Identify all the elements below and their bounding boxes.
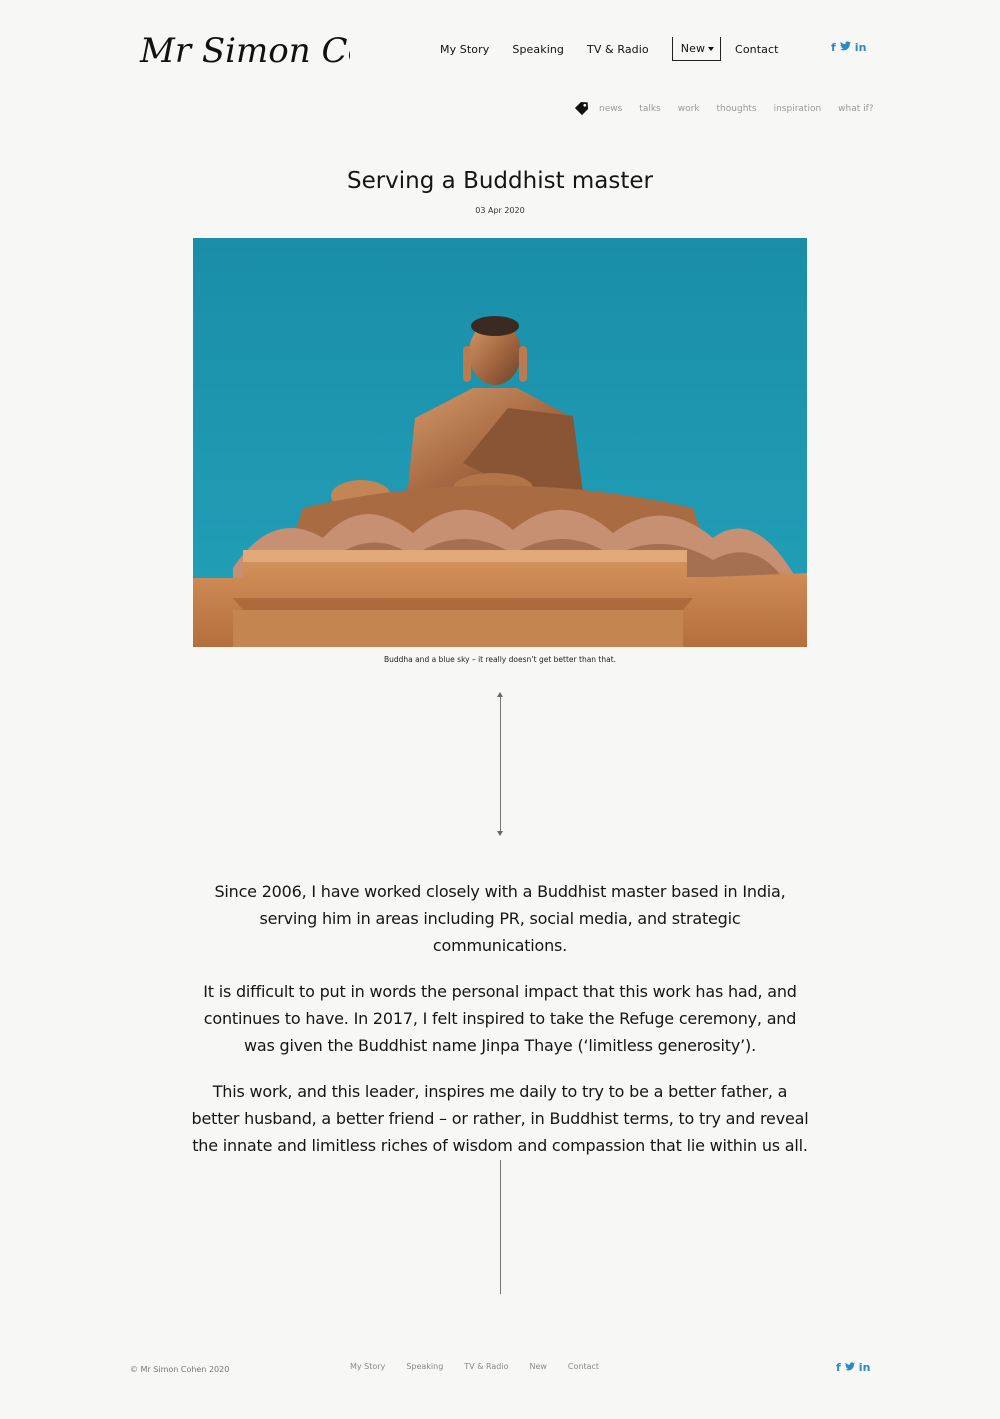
footer-copyright: © Mr Simon Cohen 2020 — [130, 1365, 230, 1374]
nav-contact[interactable]: Contact — [735, 43, 779, 56]
facebook-icon[interactable]: f — [831, 41, 836, 54]
article-date: 03 Apr 2020 — [475, 206, 525, 215]
article-paragraph-2: It is difficult to put in words the pers… — [203, 982, 797, 1055]
nav-speaking[interactable]: Speaking — [512, 43, 564, 56]
footer-link-new[interactable]: New — [529, 1362, 546, 1371]
tag-what-if[interactable]: what if? — [838, 104, 873, 114]
facebook-icon[interactable]: f — [836, 1361, 841, 1374]
nav-my-story[interactable]: My Story — [440, 43, 489, 56]
article-body: Since 2006, I have worked closely with a… — [190, 878, 810, 1178]
image-caption: Buddha and a blue sky – it really doesn’… — [383, 655, 617, 664]
tag-inspiration[interactable]: inspiration — [774, 104, 822, 114]
linkedin-icon[interactable]: in — [855, 41, 867, 54]
divider-line — [500, 696, 501, 832]
tag-filter-bar: news talks work thoughts inspiration wha… — [574, 101, 891, 116]
article-paragraph-1: Since 2006, I have worked closely with a… — [214, 882, 786, 955]
tag-icon — [574, 101, 589, 116]
tag-thoughts[interactable]: thoughts — [717, 104, 757, 114]
social-links-footer: f in — [836, 1361, 870, 1374]
tag-talks[interactable]: talks — [639, 104, 660, 114]
article-title: Serving a Buddhist master — [346, 168, 654, 194]
arrow-down-icon — [497, 831, 503, 836]
svg-text:Mr Simon Cohen: Mr Simon Cohen — [139, 31, 350, 71]
logo-signature: Mr Simon Cohen — [139, 31, 432, 71]
nav-new-dropdown[interactable]: New — [671, 37, 722, 61]
tag-news[interactable]: news — [599, 104, 622, 114]
main-nav: My Story Speaking TV & Radio New Contact — [440, 37, 802, 61]
footer-nav: My Story Speaking TV & Radio New Contact — [350, 1362, 620, 1371]
footer-link-contact[interactable]: Contact — [568, 1362, 599, 1371]
tag-work[interactable]: work — [678, 104, 700, 114]
twitter-icon[interactable] — [839, 41, 851, 54]
footer-link-speaking[interactable]: Speaking — [406, 1362, 443, 1371]
social-links-header: f in — [831, 41, 866, 54]
nav-tv-radio[interactable]: TV & Radio — [587, 43, 649, 56]
site-logo[interactable]: Mr Simon Cohen — [138, 22, 432, 74]
footer-link-tv-radio[interactable]: TV & Radio — [464, 1362, 508, 1371]
nav-new[interactable]: New — [681, 42, 705, 55]
caret-down-icon — [708, 46, 715, 51]
article-hero-image — [193, 238, 807, 647]
twitter-icon[interactable] — [844, 1361, 855, 1374]
footer-link-my-story[interactable]: My Story — [350, 1362, 385, 1371]
article-paragraph-3: This work, and this leader, inspires me … — [191, 1082, 809, 1155]
linkedin-icon[interactable]: in — [859, 1361, 871, 1374]
divider-line-bottom — [500, 1160, 501, 1294]
